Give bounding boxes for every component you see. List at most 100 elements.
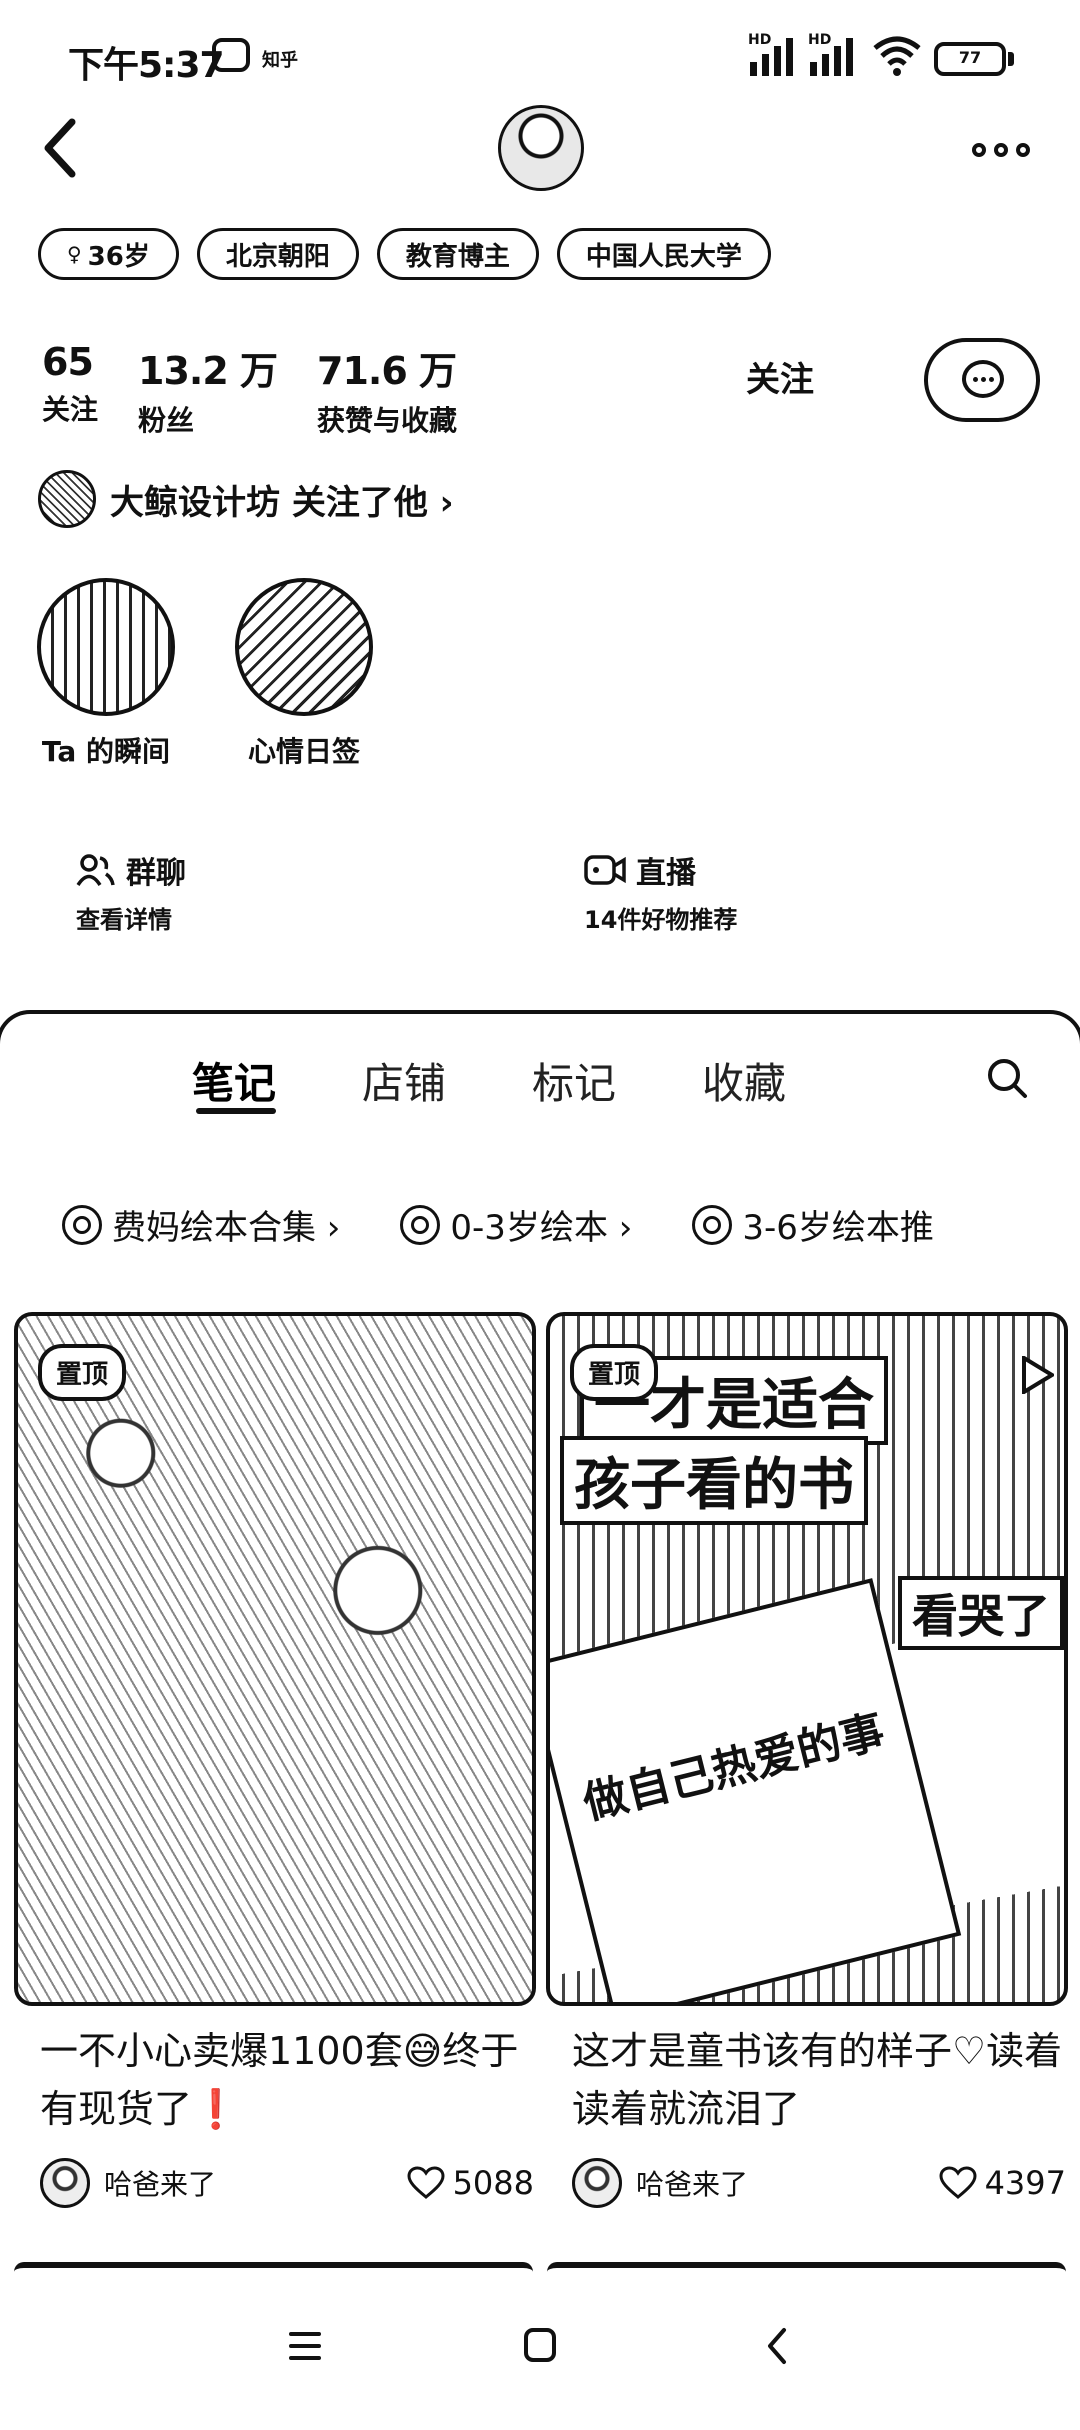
- collection-chip[interactable]: 0-3岁绘本 ›: [400, 1200, 632, 1249]
- collection-icon: [692, 1204, 733, 1245]
- feature-title: 群聊: [126, 856, 186, 891]
- collection-label: 费妈绘本合集 ›: [112, 1208, 341, 1248]
- tag-location[interactable]: 北京朝阳: [196, 228, 359, 280]
- battery-level: 77: [958, 48, 982, 67]
- heart-icon: [939, 2166, 977, 2199]
- heart-icon: [407, 2166, 445, 2199]
- notification-app-label: 知乎: [262, 50, 298, 71]
- feature-subtitle: 14件好物推荐: [584, 906, 738, 934]
- like-count: 4397: [984, 2164, 1066, 2202]
- message-button[interactable]: [924, 338, 1040, 422]
- stat-value: 71.6 万: [317, 349, 457, 393]
- note-meta: 哈爸来了 5088: [40, 2158, 534, 2208]
- stat-value: 13.2 万: [138, 349, 278, 393]
- stat-label: 粉丝: [138, 404, 195, 437]
- profile-stats: 65 关注 13.2 万 粉丝 71.6 万 获赞与收藏: [42, 340, 457, 439]
- battery-icon: 77: [934, 42, 1006, 76]
- tab-shop[interactable]: 店铺: [362, 1050, 446, 1111]
- collection-chip[interactable]: 3-6岁绘本推: [692, 1200, 934, 1249]
- status-bar: 下午5:37 知乎 HD HD 77: [0, 0, 1080, 110]
- note-cover-image[interactable]: 一才是适合 孩子看的书 看哭了 做自己热爱的事 置顶: [546, 1312, 1068, 2006]
- stat-label: 关注: [42, 393, 99, 426]
- highlight-mood-card[interactable]: 心情日签: [234, 578, 374, 770]
- female-icon: ♀: [67, 242, 82, 266]
- highlight-cover: [235, 578, 373, 716]
- note-cover-image[interactable]: 置顶: [14, 1312, 536, 2006]
- live-video-icon: [584, 855, 626, 885]
- note-title: 一不小心卖爆1100套😅终于有现货了❗: [40, 2029, 519, 2131]
- stat-likes-collects[interactable]: 71.6 万 获赞与收藏: [317, 340, 457, 439]
- follow-button[interactable]: 关注: [700, 350, 860, 410]
- tag-role[interactable]: 教育博主: [376, 228, 539, 280]
- author-avatar[interactable]: [40, 2158, 90, 2208]
- tag-label: 教育博主: [405, 241, 510, 272]
- followed-by-text: 大鲸设计坊 关注了他 ›: [110, 482, 454, 523]
- note-card[interactable]: 一才是适合 孩子看的书 看哭了 做自己热爱的事 置顶 这才是童书该有的样子♡读着…: [546, 1312, 1076, 2208]
- stat-value: 65: [42, 340, 94, 384]
- collection-icon: [400, 1204, 441, 1245]
- note-card[interactable]: 置顶 一不小心卖爆1100套😅终于有现货了❗ 哈爸来了 5088: [14, 1312, 544, 2208]
- video-play-icon: [1022, 1356, 1054, 1394]
- pinned-badge: 置顶: [38, 1344, 127, 1401]
- tab-collections[interactable]: 收藏: [702, 1050, 786, 1111]
- profile-avatar[interactable]: [498, 105, 584, 191]
- back-triangle-icon[interactable]: [748, 2316, 808, 2376]
- live-entry[interactable]: 直播 14件好物推荐: [584, 848, 737, 935]
- feature-subtitle: 查看详情: [76, 906, 172, 934]
- more-dot: [1016, 143, 1030, 157]
- author-avatar[interactable]: [572, 2158, 622, 2208]
- tag-school[interactable]: 中国人民大学: [556, 228, 771, 280]
- followed-by-row[interactable]: 大鲸设计坊 关注了他 ›: [38, 470, 454, 528]
- note-meta: 哈爸来了 4397: [572, 2158, 1066, 2208]
- wifi-icon: [873, 36, 921, 76]
- tag-age[interactable]: ♀ 36岁: [38, 228, 179, 280]
- collection-label: 0-3岁绘本 ›: [450, 1208, 633, 1248]
- more-dot: [994, 143, 1008, 157]
- system-nav-bar: [0, 2300, 1080, 2400]
- group-chat-entry[interactable]: 群聊 查看详情: [76, 848, 186, 935]
- follower-avatar: [38, 470, 96, 528]
- search-icon[interactable]: [985, 1056, 1029, 1100]
- menu-icon[interactable]: [275, 2316, 335, 2376]
- pinned-badge: 置顶: [570, 1344, 659, 1401]
- cover-overlay-text: 孩子看的书: [560, 1436, 868, 1525]
- collection-icon: [62, 1204, 102, 1245]
- home-square-icon[interactable]: [510, 2316, 570, 2376]
- chat-icon: [962, 360, 1004, 398]
- author-name[interactable]: 哈爸来了: [636, 2163, 939, 2203]
- note-title: 这才是童书该有的样子♡读着读着就流泪了: [572, 2029, 1063, 2131]
- highlight-moments[interactable]: Ta 的瞬间: [36, 578, 176, 770]
- more-dot: [972, 143, 986, 157]
- cover-overlay-text: 看哭了: [898, 1576, 1064, 1650]
- stat-followers[interactable]: 13.2 万 粉丝: [138, 340, 278, 439]
- collection-chip[interactable]: 费妈绘本合集 ›: [62, 1200, 340, 1249]
- feature-title: 直播: [636, 856, 696, 891]
- group-icon: [76, 854, 115, 887]
- highlight-cover: [37, 578, 175, 716]
- like-button[interactable]: 5088: [407, 2164, 534, 2202]
- profile-tags: ♀ 36岁 北京朝阳 教育博主 中国人民大学: [38, 228, 771, 280]
- next-cards-peek: [14, 2262, 1066, 2272]
- more-button[interactable]: [972, 130, 1042, 170]
- signal-1-icon: HD: [748, 32, 793, 76]
- tab-notes[interactable]: 笔记: [192, 1050, 276, 1111]
- highlight-label: 心情日签: [247, 735, 360, 768]
- signal-2-icon: HD: [808, 32, 853, 76]
- like-count: 5088: [452, 2164, 534, 2202]
- stat-following[interactable]: 65 关注: [42, 340, 98, 439]
- collection-label: 3-6岁绘本推: [742, 1208, 934, 1248]
- notification-app-icon: [212, 38, 250, 72]
- book-title: 做自己热爱的事: [578, 1705, 890, 1830]
- like-button[interactable]: 4397: [939, 2164, 1066, 2202]
- collection-chips: 费妈绘本合集 › 0-3岁绘本 › 3-6岁绘本推: [62, 1200, 934, 1249]
- tag-label: 中国人民大学: [585, 241, 742, 272]
- battery-cap: [1008, 52, 1014, 66]
- back-button[interactable]: [36, 112, 88, 184]
- highlight-label: Ta 的瞬间: [41, 735, 171, 768]
- story-highlights: Ta 的瞬间 心情日签: [36, 578, 374, 770]
- tag-label: 北京朝阳: [225, 241, 330, 272]
- content-tabs: 笔记 店铺 标记 收藏: [0, 1040, 1080, 1130]
- author-name[interactable]: 哈爸来了: [104, 2163, 407, 2203]
- tab-marks[interactable]: 标记: [532, 1050, 616, 1111]
- tag-label: 36岁: [87, 241, 150, 272]
